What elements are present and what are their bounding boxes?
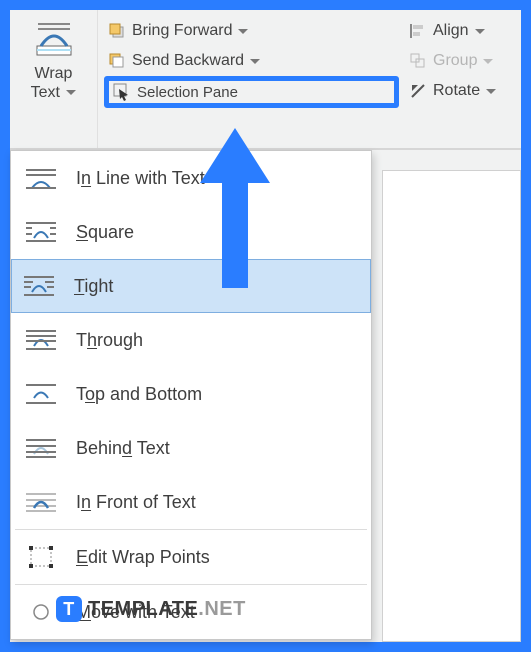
group-label: Group xyxy=(433,52,477,70)
behind-text-icon xyxy=(24,433,58,463)
watermark: T TEMPLATE.NET xyxy=(56,596,246,622)
menu-label: Square xyxy=(76,222,134,243)
tight-icon xyxy=(22,271,56,301)
menu-tight[interactable]: Tight xyxy=(11,259,371,313)
group-button: Group xyxy=(405,46,515,76)
in-front-icon xyxy=(24,487,58,517)
menu-label: Behind Text xyxy=(76,438,170,459)
dropdown-icon xyxy=(486,89,496,94)
dropdown-icon xyxy=(238,29,248,34)
rotate-button[interactable]: Rotate xyxy=(405,76,515,106)
selection-pane-icon xyxy=(113,83,131,101)
menu-label: Edit Wrap Points xyxy=(76,547,210,568)
square-icon xyxy=(24,217,58,247)
menu-label: Tight xyxy=(74,276,113,297)
arrange-group: Bring Forward Send Backward Selection Pa… xyxy=(98,10,401,148)
align-icon xyxy=(409,22,427,40)
send-backward-icon xyxy=(108,52,126,70)
in-line-icon xyxy=(24,163,58,193)
menu-top-and-bottom[interactable]: Top and Bottom xyxy=(11,367,371,421)
selection-pane-button[interactable]: Selection Pane xyxy=(104,76,399,108)
radio-icon xyxy=(24,597,58,627)
menu-label: In Front of Text xyxy=(76,492,196,513)
wrap-text-button[interactable]: Wrap Text xyxy=(10,10,98,148)
align-button[interactable]: Align xyxy=(405,16,515,46)
menu-in-front-of-text[interactable]: In Front of Text xyxy=(11,475,371,529)
align-label: Align xyxy=(433,22,469,40)
menu-through[interactable]: Through xyxy=(11,313,371,367)
ribbon: Wrap Text Bring Forward Send Backward xyxy=(10,10,521,150)
top-bottom-icon xyxy=(24,379,58,409)
watermark-badge: T xyxy=(56,596,82,622)
menu-in-line-with-text[interactable]: In Line with Text xyxy=(11,151,371,205)
document-area[interactable] xyxy=(382,170,521,642)
dropdown-icon xyxy=(483,59,493,64)
watermark-brand: TEMPLATE xyxy=(88,598,198,620)
menu-label: Through xyxy=(76,330,143,351)
bring-forward-button[interactable]: Bring Forward xyxy=(104,16,399,46)
group-icon xyxy=(409,52,427,70)
wrap-text-label: Wrap Text xyxy=(31,64,77,102)
menu-edit-wrap-points[interactable]: Edit Wrap Points xyxy=(11,530,371,584)
selection-pane-label: Selection Pane xyxy=(137,84,238,101)
rotate-label: Rotate xyxy=(433,82,480,100)
edit-wrap-points-icon xyxy=(24,542,58,572)
menu-behind-text[interactable]: Behind Text xyxy=(11,421,371,475)
send-backward-button[interactable]: Send Backward xyxy=(104,46,399,76)
align-group: Align Group Rotate xyxy=(401,10,521,148)
menu-square[interactable]: Square xyxy=(11,205,371,259)
menu-label: In Line with Text xyxy=(76,168,205,189)
bring-forward-label: Bring Forward xyxy=(132,22,232,40)
watermark-suffix: .NET xyxy=(198,598,246,620)
wrap-text-icon xyxy=(32,16,76,60)
through-icon xyxy=(24,325,58,355)
dropdown-icon xyxy=(475,29,485,34)
wrap-text-menu: In Line with Text Square Tight Through T… xyxy=(10,150,372,640)
menu-label: Top and Bottom xyxy=(76,384,202,405)
rotate-icon xyxy=(409,82,427,100)
bring-forward-icon xyxy=(108,22,126,40)
dropdown-icon xyxy=(250,59,260,64)
send-backward-label: Send Backward xyxy=(132,52,244,70)
